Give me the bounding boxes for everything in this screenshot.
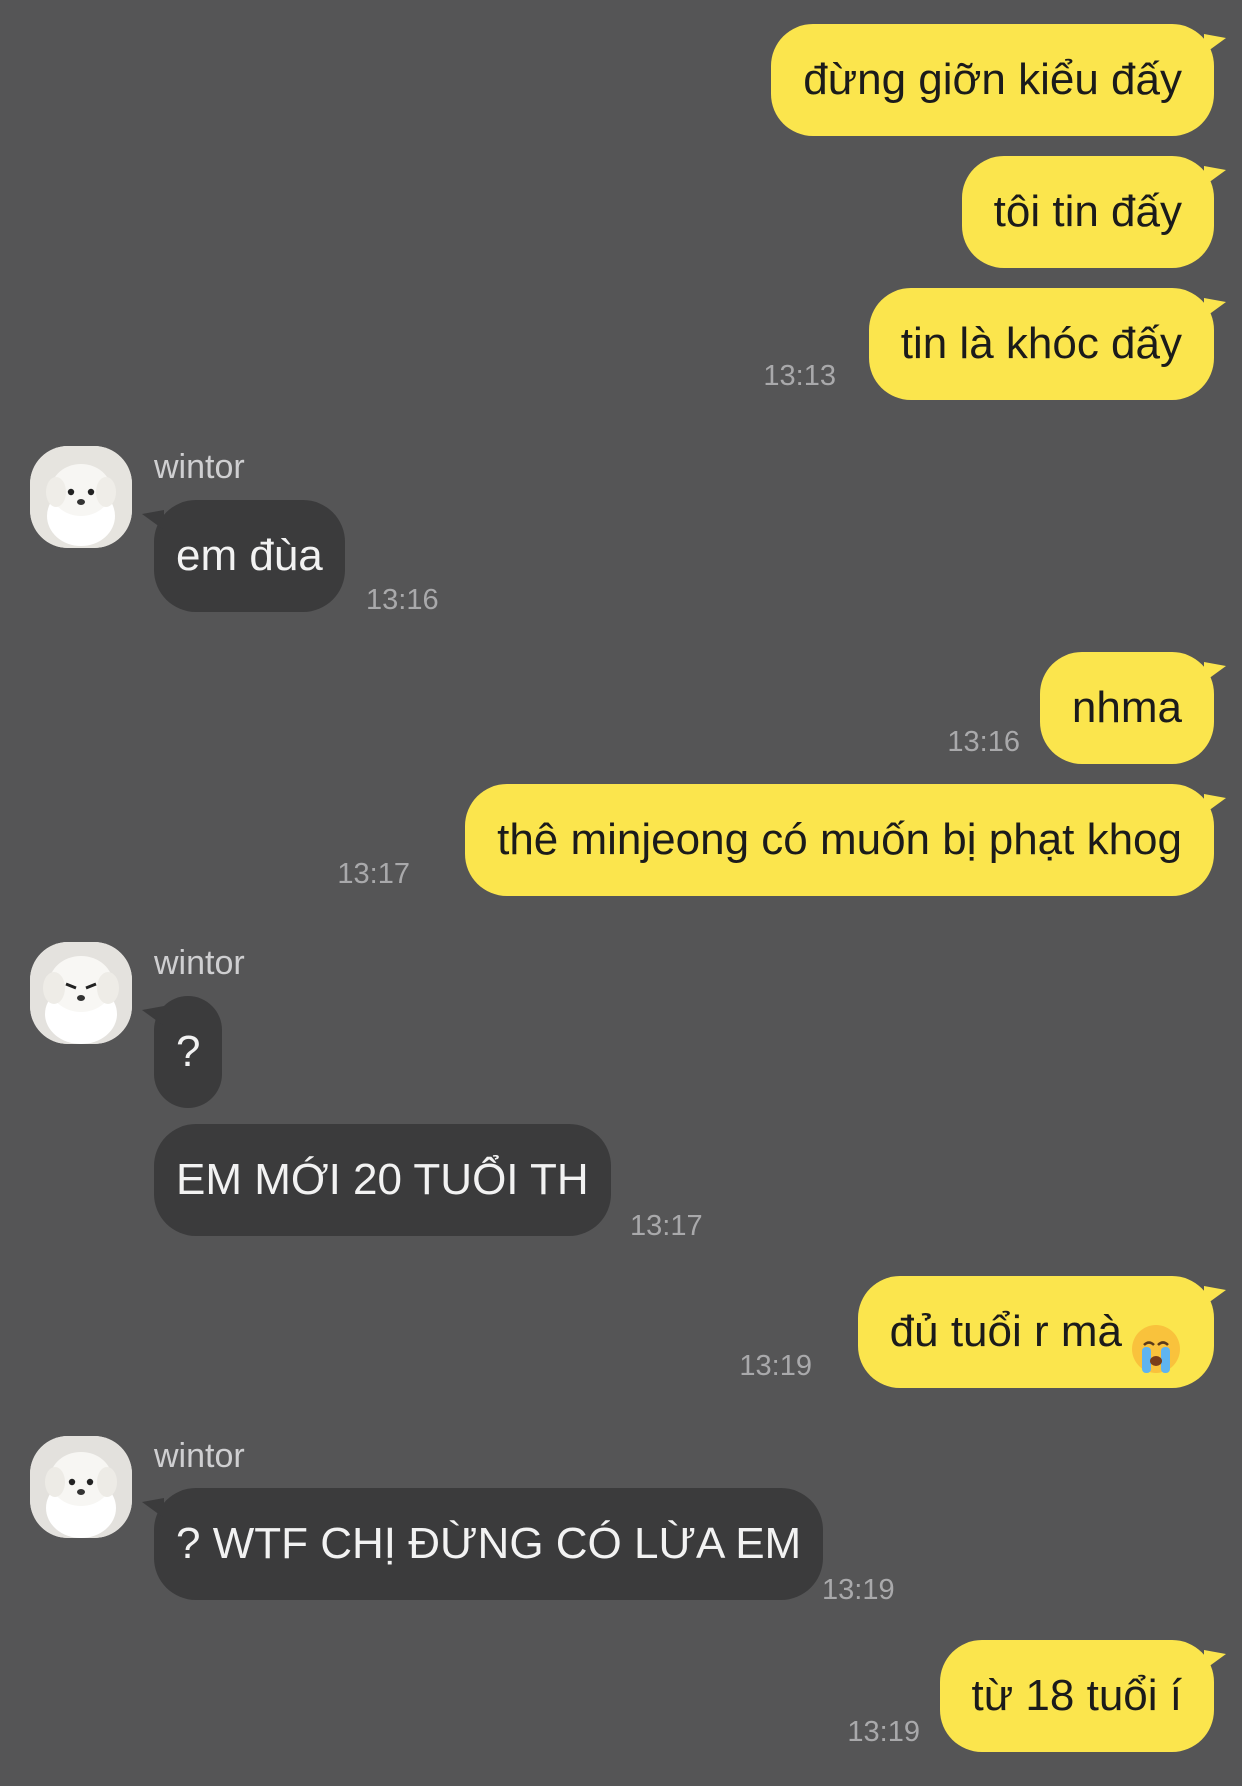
puppy-avatar-icon bbox=[30, 942, 132, 1044]
message-text: nhma bbox=[1071, 683, 1182, 732]
message-text: ? bbox=[176, 1027, 201, 1076]
message-timestamp: 13:17 bbox=[630, 1210, 703, 1242]
outgoing-message[interactable]: đủ tuổi r mà bbox=[857, 1276, 1227, 1388]
incoming-message[interactable]: ? WTF CHỊ ĐỪNG CÓ LỪA EM bbox=[141, 1488, 824, 1600]
sender-name: wintor bbox=[154, 1437, 245, 1475]
message-text: thê minjeong có muốn bị phạt khog bbox=[497, 815, 1182, 864]
message-timestamp: 13:17 bbox=[337, 858, 410, 890]
contact-avatar[interactable] bbox=[30, 1436, 132, 1538]
outgoing-message[interactable]: đừng giỡn kiểu đấy bbox=[771, 24, 1226, 136]
puppy-avatar-icon bbox=[30, 1436, 132, 1538]
message-timestamp: 13:19 bbox=[739, 1350, 812, 1382]
crying-face-emoji-icon bbox=[1130, 1305, 1182, 1374]
message-text: tôi tin đấy bbox=[993, 187, 1182, 236]
incoming-message[interactable]: em đùa bbox=[142, 500, 345, 612]
message-text: em đùa bbox=[176, 531, 323, 580]
message-text: EM MỚI 20 TUỔI TH bbox=[176, 1155, 589, 1204]
message-timestamp: 13:19 bbox=[822, 1574, 895, 1606]
outgoing-message[interactable]: nhma bbox=[1039, 652, 1227, 764]
message-text: từ 18 tuổi í bbox=[971, 1671, 1182, 1720]
incoming-message[interactable]: EM MỚI 20 TUỔI TH bbox=[154, 1124, 611, 1236]
message-timestamp: 13:19 bbox=[847, 1716, 920, 1748]
incoming-message[interactable]: ? bbox=[141, 996, 223, 1108]
outgoing-message[interactable]: thê minjeong có muốn bị phạt khog bbox=[465, 784, 1226, 896]
puppy-avatar-icon bbox=[30, 446, 132, 548]
outgoing-message[interactable]: từ 18 tuổi í bbox=[939, 1640, 1227, 1752]
sender-name: wintor bbox=[154, 448, 245, 486]
message-timestamp: 13:16 bbox=[366, 584, 439, 616]
contact-avatar[interactable] bbox=[30, 942, 132, 1044]
contact-avatar[interactable] bbox=[30, 446, 132, 548]
message-text: ? WTF CHỊ ĐỪNG CÓ LỪA EM bbox=[176, 1519, 802, 1568]
sender-name: wintor bbox=[154, 944, 245, 982]
message-timestamp: 13:13 bbox=[763, 360, 836, 392]
message-timestamp: 13:16 bbox=[947, 726, 1020, 758]
message-text: đừng giỡn kiểu đấy bbox=[803, 55, 1182, 104]
message-text: tin là khóc đấy bbox=[900, 319, 1182, 368]
message-text: đủ tuổi r mà bbox=[889, 1307, 1122, 1356]
outgoing-message[interactable]: tôi tin đấy bbox=[961, 156, 1227, 268]
chat-thread[interactable]: đừng giỡn kiểu đấy tôi tin đấy 13:13 tin… bbox=[0, 0, 1242, 1786]
outgoing-message[interactable]: tin là khóc đấy bbox=[868, 288, 1227, 400]
